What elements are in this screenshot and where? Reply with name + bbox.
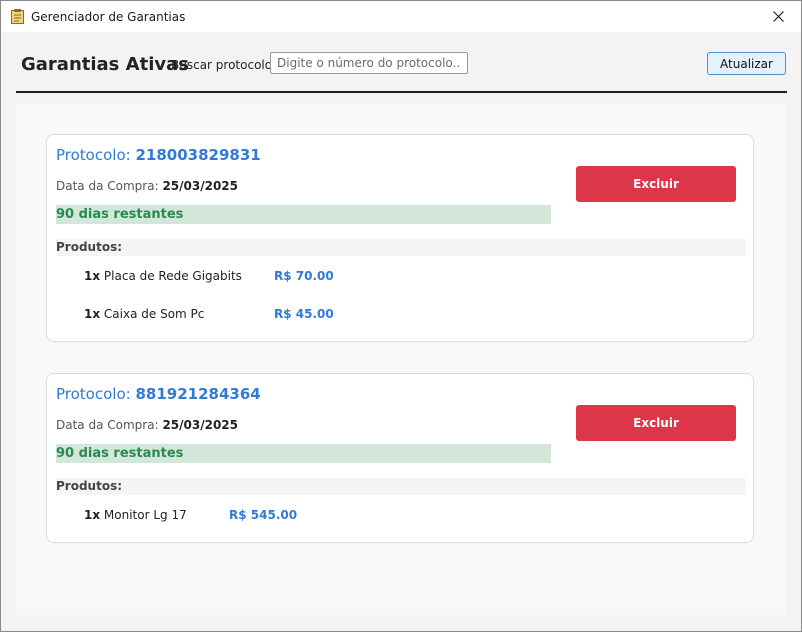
purchase-date-label: Data da Compra:: [56, 179, 163, 193]
search-input[interactable]: [270, 52, 468, 74]
product-item: 1x Caixa de Som Pc: [84, 306, 204, 322]
days-remaining: 90 dias restantes: [56, 444, 551, 463]
product-name: Caixa de Som Pc: [103, 307, 205, 321]
product-item: 1x Placa de Rede Gigabits: [84, 268, 242, 284]
product-qty: 1x: [84, 508, 101, 522]
refresh-button[interactable]: Atualizar: [707, 52, 786, 75]
products-header: Produtos:: [56, 478, 746, 495]
product-name: Monitor Lg 17: [103, 508, 187, 522]
warranty-list[interactable]: Protocolo: 218003829831 Data da Compra: …: [16, 103, 787, 615]
product-price: R$ 70.00: [274, 269, 334, 283]
search-label: Buscar protocolo:: [171, 58, 277, 72]
purchase-date: Data da Compra: 25/03/2025: [56, 179, 238, 193]
products-header: Produtos:: [56, 239, 746, 256]
warranty-card: Protocolo: 218003829831 Data da Compra: …: [46, 134, 754, 342]
protocol-line: Protocolo: 881921284364: [56, 385, 261, 403]
purchase-date-label: Data da Compra:: [56, 418, 163, 432]
protocol-number: 881921284364: [135, 385, 261, 403]
page-title: Garantias Ativas: [21, 54, 189, 75]
product-price: R$ 545.00: [229, 508, 298, 522]
product-name: Placa de Rede Gigabits: [103, 269, 242, 283]
close-icon: [772, 11, 784, 22]
product-qty: 1x: [84, 307, 101, 321]
product-price: R$ 45.00: [274, 307, 334, 321]
protocol-line: Protocolo: 218003829831: [56, 146, 261, 164]
title-bar: Gerenciador de Garantias: [1, 1, 801, 32]
purchase-date-value: 25/03/2025: [162, 418, 238, 432]
purchase-date: Data da Compra: 25/03/2025: [56, 418, 238, 432]
product-qty: 1x: [84, 269, 101, 283]
app-icon: [11, 9, 24, 24]
purchase-date-value: 25/03/2025: [162, 179, 238, 193]
delete-button[interactable]: Excluir: [576, 405, 736, 441]
delete-button[interactable]: Excluir: [576, 166, 736, 202]
protocol-label: Protocolo:: [56, 146, 136, 164]
protocol-number: 218003829831: [135, 146, 261, 164]
protocol-label: Protocolo:: [56, 385, 136, 403]
warranty-card: Protocolo: 881921284364 Data da Compra: …: [46, 373, 754, 543]
header-divider: [16, 91, 787, 93]
app-window: Gerenciador de Garantias Garantias Ativa…: [0, 0, 802, 632]
product-item: 1x Monitor Lg 17: [84, 507, 187, 523]
close-button[interactable]: [755, 1, 801, 32]
days-remaining: 90 dias restantes: [56, 205, 551, 224]
window-title: Gerenciador de Garantias: [31, 10, 186, 24]
page-header: Garantias Ativas Buscar protocolo: Atual…: [1, 32, 801, 94]
